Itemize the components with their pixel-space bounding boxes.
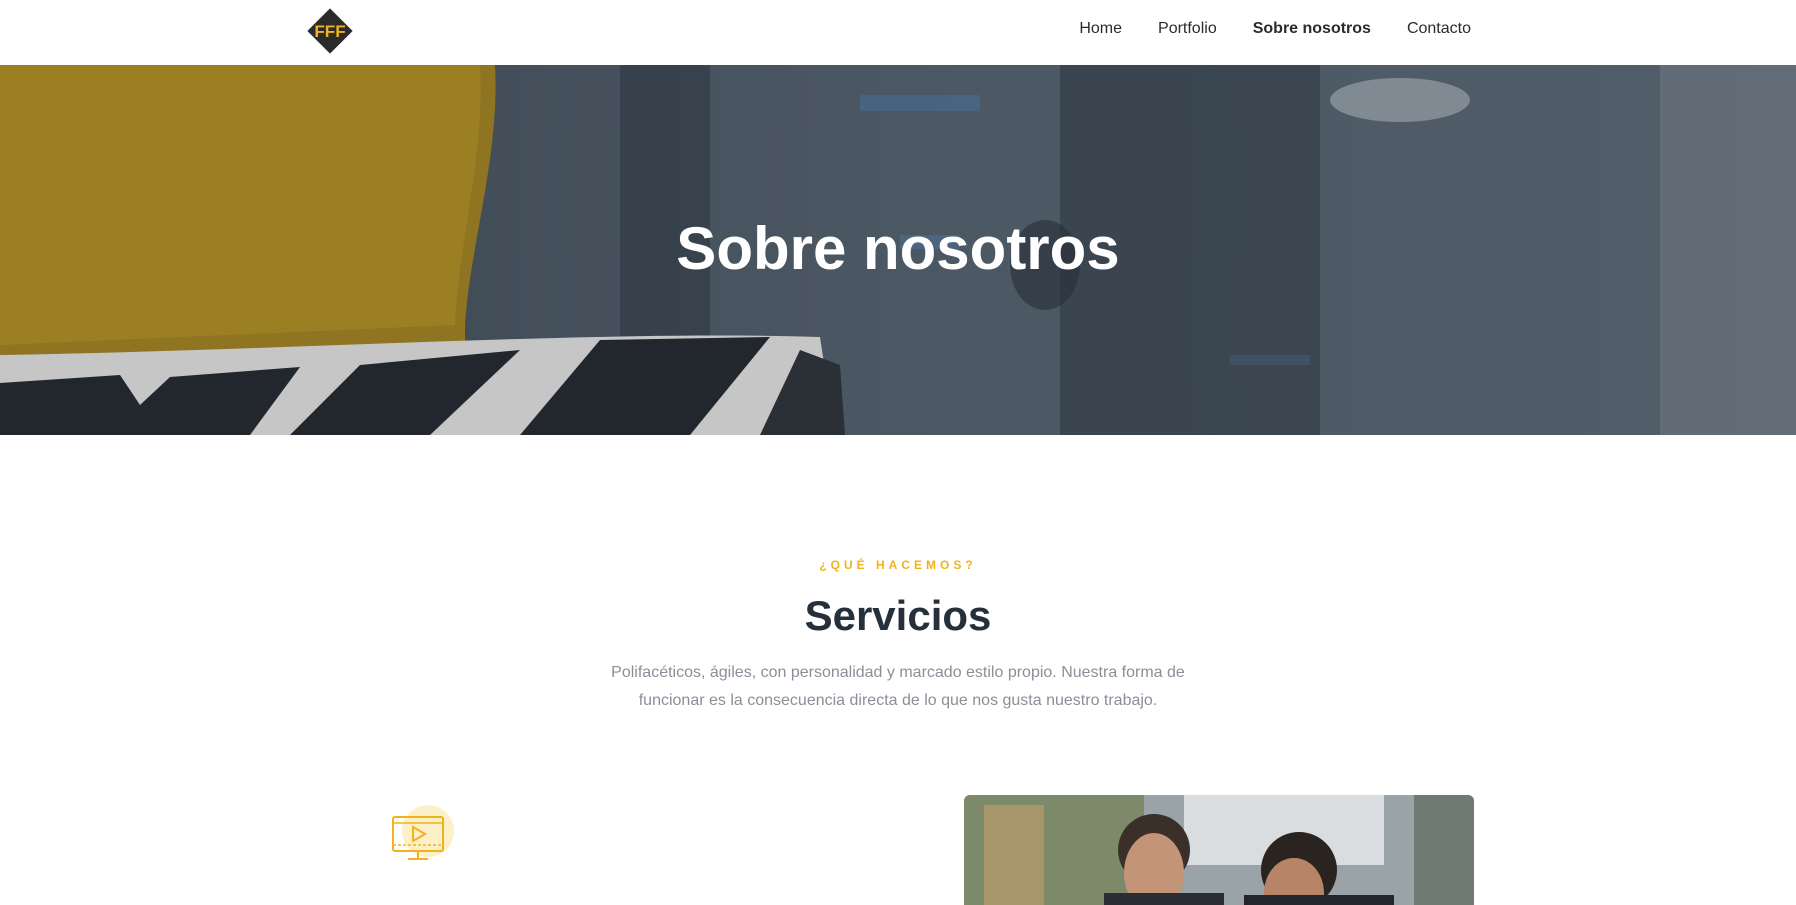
logo-icon: FFF bbox=[307, 8, 353, 54]
section-title: Servicios bbox=[804, 592, 992, 639]
hero-banner: Sobre nosotros bbox=[0, 65, 1796, 435]
main-nav: Home Portfolio Sobre nosotros Contacto bbox=[1079, 0, 1471, 58]
team-photo bbox=[964, 795, 1474, 905]
section-description: Polifacéticos, ágiles, con personalidad … bbox=[611, 664, 1185, 709]
nav-contacto[interactable]: Contacto bbox=[1407, 20, 1471, 38]
video-screen-icon bbox=[388, 804, 458, 866]
hero-title: Sobre nosotros bbox=[676, 214, 1120, 282]
svg-text:FFF: FFF bbox=[314, 22, 345, 41]
logo[interactable]: FFF bbox=[304, 5, 356, 57]
nav-portfolio[interactable]: Portfolio bbox=[1158, 20, 1217, 38]
navbar: FFF Home Portfolio Sobre nosotros Contac… bbox=[0, 0, 1796, 65]
nav-sobre-nosotros[interactable]: Sobre nosotros bbox=[1253, 20, 1371, 38]
nav-home[interactable]: Home bbox=[1079, 20, 1122, 38]
section-eyebrow: ¿QUÉ HACEMOS? bbox=[819, 558, 977, 572]
